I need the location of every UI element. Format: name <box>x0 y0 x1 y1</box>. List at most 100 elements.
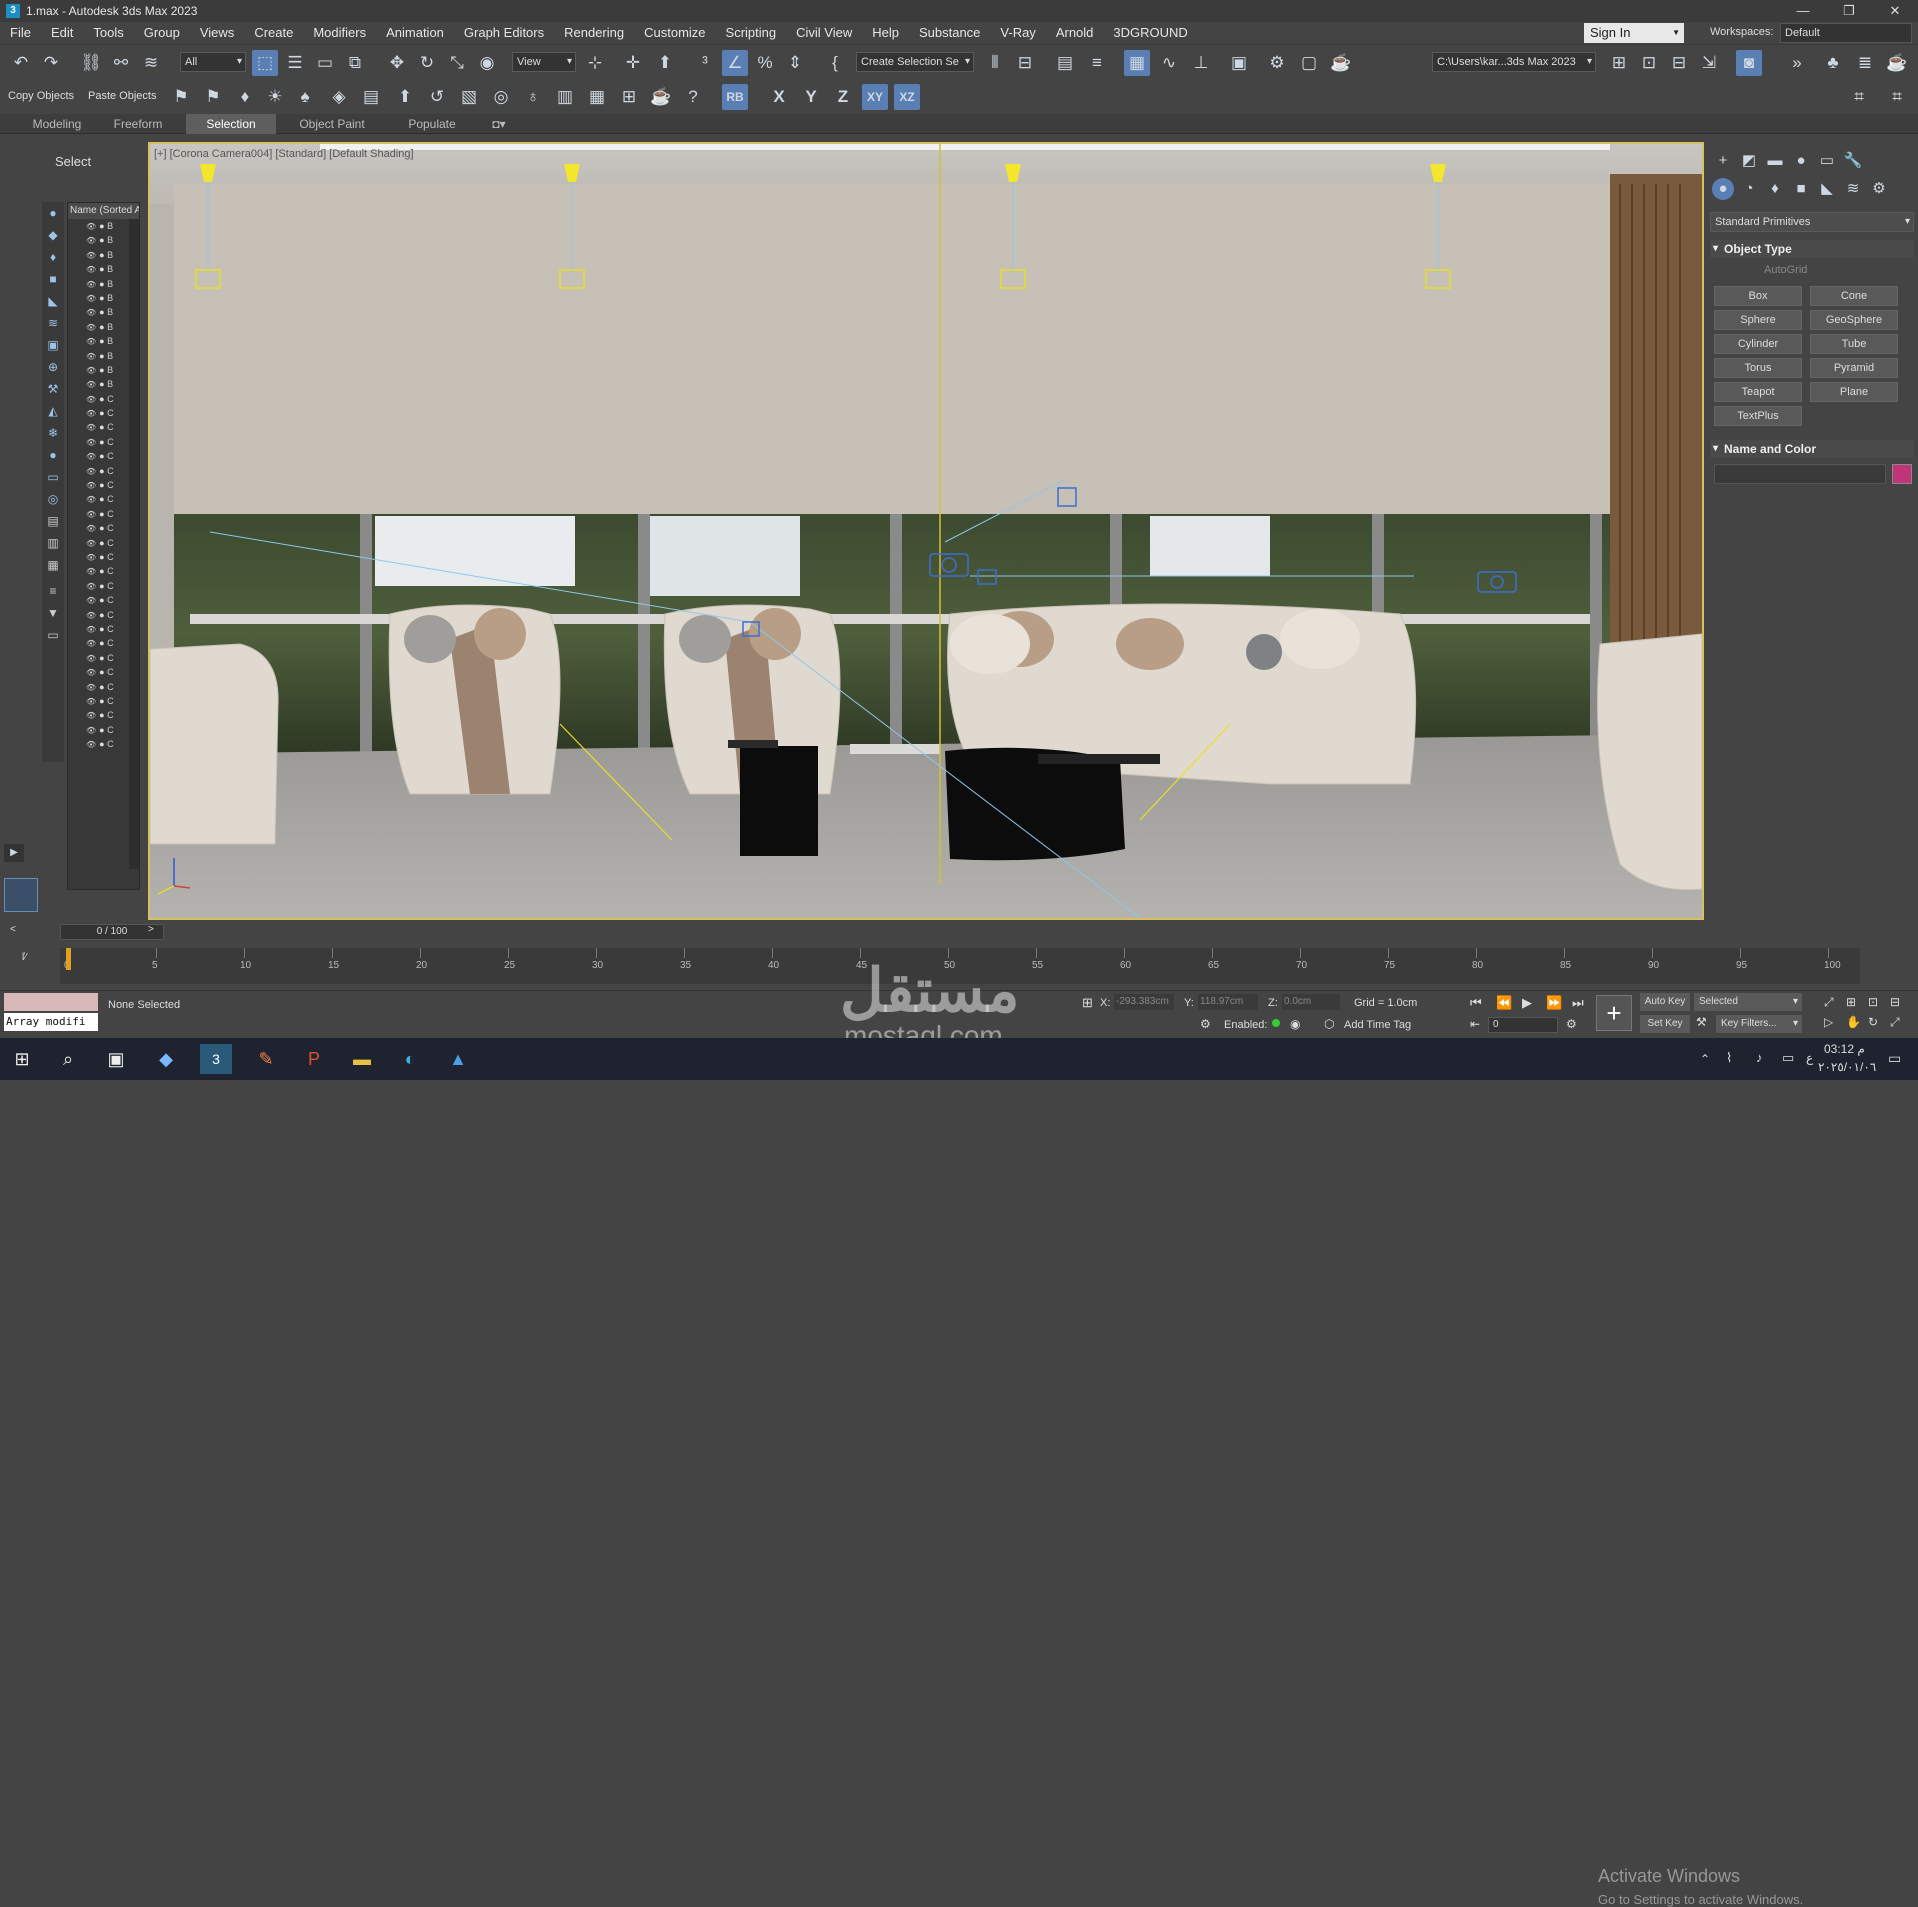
sort-icon[interactable]: ▥ <box>44 534 62 552</box>
file-explorer-icon[interactable]: ▬ <box>346 1044 378 1074</box>
menu-group[interactable]: Group <box>134 22 190 44</box>
snaps-toggle-icon[interactable]: ³ <box>692 50 718 76</box>
zoom-extents-all-icon[interactable]: ⊟ <box>1890 995 1900 1009</box>
move-icon[interactable]: ✥ <box>384 50 410 76</box>
render-production-icon[interactable]: ☕ <box>1328 50 1354 76</box>
menu-rendering[interactable]: Rendering <box>554 22 634 44</box>
visibility-eye-icon[interactable]: 👁 <box>86 567 96 576</box>
link-icon[interactable]: ⛓ <box>78 50 104 76</box>
prev-frame-icon[interactable]: < <box>10 924 24 935</box>
paint-taskbar-icon[interactable]: ✎ <box>250 1044 282 1074</box>
visibility-eye-icon[interactable]: 👁 <box>86 438 96 447</box>
zoom-extents-icon[interactable]: ⊡ <box>1868 995 1878 1009</box>
scale-icon[interactable]: ⤡ <box>444 50 470 76</box>
goto-start-icon[interactable]: ⏮ <box>1470 995 1482 1011</box>
menu-customize[interactable]: Customize <box>634 22 715 44</box>
teapot-icon[interactable]: ☕ <box>1884 50 1910 76</box>
percent-snap-icon[interactable]: % <box>752 50 778 76</box>
tube-button[interactable]: Tube <box>1810 334 1898 354</box>
current-frame-field[interactable]: 0 <box>1488 1017 1558 1033</box>
start-icon[interactable]: ⊞ <box>6 1044 38 1074</box>
primitive-type-dropdown[interactable]: Standard Primitives <box>1710 212 1914 232</box>
pivot-center-icon[interactable]: ⊹ <box>582 50 608 76</box>
spinner-snap-icon[interactable]: ⇕ <box>782 50 808 76</box>
tray-chevron-icon[interactable]: ⌃ <box>1700 1052 1710 1066</box>
motion-tab-icon[interactable]: ● <box>1790 150 1812 172</box>
reference-coordinate-dropdown[interactable]: View <box>512 52 576 72</box>
place-icon[interactable]: ◉ <box>474 50 500 76</box>
minimize-button[interactable]: — <box>1780 0 1826 22</box>
key-mode-icon[interactable]: ⇤ <box>1470 1017 1480 1031</box>
visibility-eye-icon[interactable]: 👁 <box>86 539 96 548</box>
volume-icon[interactable]: ♪ <box>1756 1050 1763 1065</box>
visibility-eye-icon[interactable]: 👁 <box>86 481 96 490</box>
image-icon[interactable]: ▧ <box>456 84 482 110</box>
display-bones-icon[interactable]: ⚒ <box>44 380 62 398</box>
sync-icon[interactable]: ≡ <box>44 582 62 600</box>
menu-help[interactable]: Help <box>862 22 909 44</box>
selection-filter-dropdown[interactable]: All <box>180 52 246 72</box>
autogrid-checkbox[interactable]: AutoGrid <box>1764 264 1807 276</box>
object-name-field[interactable] <box>1714 464 1886 484</box>
enabled-indicator[interactable] <box>1272 1019 1280 1027</box>
visibility-eye-icon[interactable]: 👁 <box>86 553 96 562</box>
visibility-eye-icon[interactable]: 👁 <box>86 582 96 591</box>
material-icon[interactable]: ◈ <box>326 84 352 110</box>
time-configuration-icon[interactable]: ⚙ <box>1566 1017 1577 1031</box>
tab-object-paint[interactable]: Object Paint <box>284 114 380 134</box>
3dsmax-taskbar-icon[interactable]: 3 <box>200 1044 232 1074</box>
frame-icon[interactable]: ▥ <box>552 84 578 110</box>
visibility-eye-icon[interactable]: 👁 <box>86 395 96 404</box>
visibility-eye-icon[interactable]: 👁 <box>86 265 96 274</box>
visibility-eye-icon[interactable]: 👁 <box>86 423 96 432</box>
play-icon[interactable]: ▶ <box>4 844 24 862</box>
set-key-button[interactable]: Set Key <box>1640 1015 1690 1033</box>
scatter-icon[interactable]: ⬆ <box>392 84 418 110</box>
layer-icon[interactable]: ▤ <box>358 84 384 110</box>
axis-y-button[interactable]: Y <box>798 84 824 110</box>
tab-populate[interactable]: Populate <box>390 114 474 134</box>
display-containers-icon[interactable]: ◭ <box>44 402 62 420</box>
curve-editor-icon[interactable]: ∿ <box>1156 50 1182 76</box>
edit-named-selection-icon[interactable]: { <box>822 50 848 76</box>
modify-tab-icon[interactable]: ◩ <box>1738 150 1760 172</box>
torus-button[interactable]: Torus <box>1714 358 1802 378</box>
display-groups-icon[interactable]: ▣ <box>44 336 62 354</box>
systems-category-icon[interactable]: ⚙ <box>1868 178 1890 200</box>
z-coord-field[interactable]: 0.0cm <box>1282 994 1340 1010</box>
viewport-camera[interactable]: [+] [Corona Camera004] [Standard] [Defau… <box>148 142 1704 920</box>
zoom-all-icon[interactable]: ⊞ <box>1846 995 1856 1009</box>
visibility-eye-icon[interactable]: 👁 <box>86 740 96 749</box>
zoom-icon[interactable]: ⤢ <box>1824 995 1834 1010</box>
bind-spacewarp-icon[interactable]: ≋ <box>138 50 164 76</box>
visibility-eye-icon[interactable]: 👁 <box>86 236 96 245</box>
snap-grid-2-icon[interactable]: ⌗ <box>1884 84 1910 110</box>
visibility-eye-icon[interactable]: 👁 <box>86 352 96 361</box>
display-all-icon[interactable]: ▭ <box>44 468 62 486</box>
geosphere-button[interactable]: GeoSphere <box>1810 310 1898 330</box>
sphere-button[interactable]: Sphere <box>1714 310 1802 330</box>
display-lights-icon[interactable]: ♦ <box>44 248 62 266</box>
light-lister-icon[interactable]: ♦ <box>232 84 258 110</box>
menu-animation[interactable]: Animation <box>376 22 454 44</box>
key-mode-toggle-icon[interactable]: ⚒ <box>1696 1015 1707 1029</box>
edge-icon[interactable]: ◐ <box>394 1044 426 1074</box>
cylinder-button[interactable]: Cylinder <box>1714 334 1802 354</box>
display-frozen-icon[interactable]: ❄ <box>44 424 62 442</box>
visibility-eye-icon[interactable]: 👁 <box>86 294 96 303</box>
hierarchy-tab-icon[interactable]: ▬ <box>1764 150 1786 172</box>
visibility-eye-icon[interactable]: 👁 <box>86 409 96 418</box>
select-by-name-icon[interactable]: ☰ <box>282 50 308 76</box>
script-panel-icon[interactable]: ≣ <box>1852 50 1878 76</box>
key-selection-dropdown[interactable]: Selected <box>1694 993 1802 1011</box>
undo-icon[interactable]: ↶ <box>8 50 34 76</box>
maximize-viewport-icon[interactable]: ⤢ <box>1890 1015 1900 1030</box>
bulb-icon[interactable]: ♁ <box>520 84 546 110</box>
open-icon[interactable]: ⊡ <box>1636 50 1662 76</box>
visibility-eye-icon[interactable]: 👁 <box>86 308 96 317</box>
teapot-render-icon[interactable]: ☕ <box>648 84 674 110</box>
visibility-eye-icon[interactable]: 👁 <box>86 366 96 375</box>
scene-tree-header[interactable]: Name (Sorted A <box>68 203 139 219</box>
scene-tree[interactable]: Name (Sorted A 👁 ● B 👁 ● B 👁 ● B 👁 ● B 👁 ● B 👁 ● B 👁… <box>67 202 140 890</box>
active-tool-icon[interactable]: ◙ <box>1736 50 1762 76</box>
